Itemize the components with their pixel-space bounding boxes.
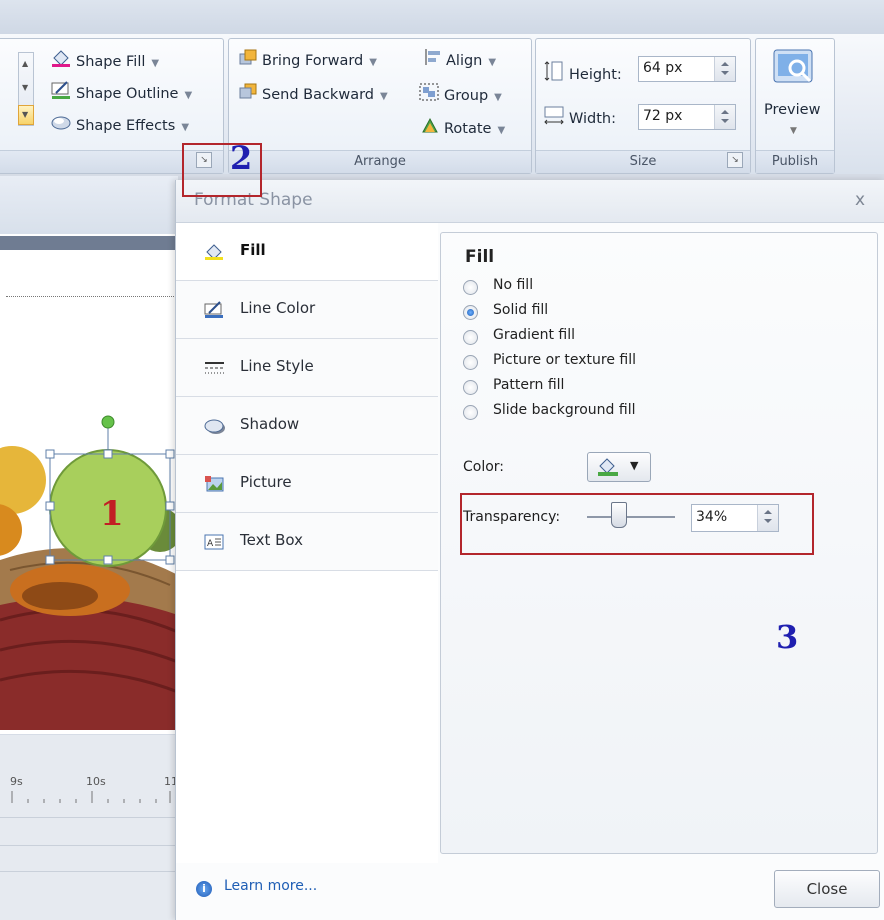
send-backward-icon [238,82,258,108]
info-icon: i [196,881,212,897]
tab-fill[interactable]: Fill [176,223,438,281]
annotation-box-transparency [460,493,814,555]
dialog-title-bar: Format Shape x [176,180,884,223]
timeline-tick-9s: 9s [10,775,23,788]
timeline-ruler [11,791,171,803]
tab-line-color[interactable]: Line Color [176,281,438,339]
textbox-icon: A [204,533,226,555]
style-gallery-more-button[interactable]: ▼ [18,105,34,125]
height-icon [543,60,565,90]
width-stepper[interactable]: 72 px [638,104,736,130]
line-style-icon [204,359,226,381]
tab-picture[interactable]: Picture [176,455,438,513]
rotate-icon [420,116,440,142]
picture-icon [204,475,226,497]
slide-guide-line [6,296,176,297]
size-dialog-launcher-icon[interactable]: ↘ [727,152,743,168]
preview-button[interactable]: Preview ▼ [760,44,828,148]
send-backward-button[interactable]: Send Backward ▼ [238,82,388,106]
preview-icon [772,48,816,92]
shape-effects-button[interactable]: Shape Effects ▼ [50,112,189,136]
align-button[interactable]: Align ▼ [424,48,496,72]
width-stepper-arrows[interactable] [714,105,735,129]
close-button[interactable]: Close [774,870,880,908]
color-picker-button[interactable]: ▼ [587,452,651,482]
width-icon [543,104,565,134]
height-stepper-arrows[interactable] [714,57,735,81]
width-label: Width: [543,104,616,128]
height-stepper[interactable]: 64 px [638,56,736,82]
paint-bucket-icon [204,243,226,265]
svg-text:A: A [207,539,214,549]
bring-forward-button[interactable]: Bring Forward ▼ [238,48,377,72]
shadow-icon [204,417,226,439]
group-button[interactable]: Group ▼ [418,82,502,106]
paint-bucket-icon [596,457,622,481]
slide-top-bar [0,236,178,250]
pen-line-icon [204,301,226,323]
height-label: Height: [543,60,622,84]
slide-header-bar [0,176,178,235]
shape-fill-button[interactable]: Shape Fill ▼ [50,48,159,72]
group-icon [418,82,440,110]
style-gallery-scroll[interactable]: ▲ ▼ ▼ [18,52,34,126]
title-strip [0,0,884,34]
annotation-1: 1 [100,494,124,534]
annotation-2: 2 [230,139,253,177]
shape-effects-icon [50,112,72,140]
tab-line-style[interactable]: Line Style [176,339,438,397]
bring-forward-icon [238,48,258,74]
tab-shadow[interactable]: Shadow [176,397,438,455]
learn-more-link[interactable]: i Learn more... [196,878,317,897]
color-label: Color: [463,459,505,475]
annotation-3: 3 [776,618,799,656]
align-icon [424,48,442,74]
category-tabs: Fill Line Color Line Style Shadow Pictur… [176,223,438,863]
publish-group-label: Publish [756,150,834,173]
paint-bucket-icon [50,48,72,76]
pen-outline-icon [50,80,72,108]
shape-outline-button[interactable]: Shape Outline ▼ [50,80,192,104]
arrange-group-label: Arrange [229,150,531,173]
rotate-button[interactable]: Rotate ▼ [420,116,505,140]
timeline-panel: 9s 10s 11 [0,735,178,920]
fill-section-header: Fill [465,247,495,267]
size-group-label: Size [536,150,750,173]
fruit-basket-image [0,415,178,730]
tab-text-box[interactable]: A Text Box [176,513,438,571]
timeline-tick-10s: 10s [86,775,106,788]
chevron-down-icon: ▼ [630,459,639,472]
dialog-close-icon[interactable]: x [855,190,865,210]
